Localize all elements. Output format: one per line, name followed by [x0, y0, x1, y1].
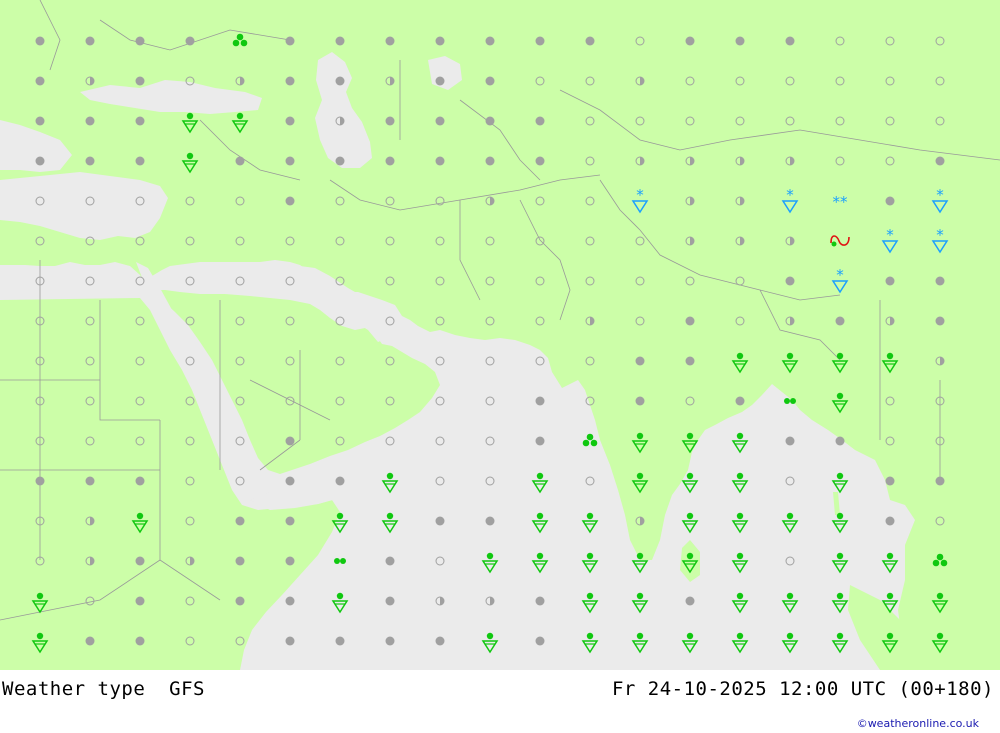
overcast-dot — [435, 516, 445, 526]
overcast-dot — [35, 476, 45, 486]
overcast-dot — [85, 476, 95, 486]
overcast-dot — [335, 636, 345, 646]
overcast-dot — [535, 636, 545, 646]
overcast-dot — [285, 636, 295, 646]
overcast-dot — [285, 476, 295, 486]
overcast-dot — [135, 76, 145, 86]
overcast-dot — [435, 156, 445, 166]
svg-text:**: ** — [833, 193, 849, 211]
overcast-dot — [685, 36, 695, 46]
overcast-dot — [485, 516, 495, 526]
overcast-dot — [785, 36, 795, 46]
overcast-dot — [285, 116, 295, 126]
overcast-dot — [235, 556, 245, 566]
overcast-dot — [335, 476, 345, 486]
overcast-dot — [135, 476, 145, 486]
overcast-dot — [135, 636, 145, 646]
credit-link[interactable]: ©weatheronline.co.uk — [857, 717, 979, 730]
overcast-dot — [885, 516, 895, 526]
overcast-dot — [635, 396, 645, 406]
overcast-dot — [285, 516, 295, 526]
overcast-dot — [685, 356, 695, 366]
overcast-dot — [135, 556, 145, 566]
overcast-dot — [135, 596, 145, 606]
overcast-dot — [385, 556, 395, 566]
overcast-dot — [385, 156, 395, 166]
overcast-dot — [185, 36, 195, 46]
overcast-dot — [535, 156, 545, 166]
overcast-dot — [885, 276, 895, 286]
snow-symbol: ** — [833, 193, 849, 211]
overcast-dot — [685, 596, 695, 606]
overcast-dot — [485, 36, 495, 46]
overcast-dot — [635, 356, 645, 366]
overcast-dot — [85, 36, 95, 46]
map-title: Weather type GFS — [2, 678, 205, 700]
overcast-dot — [285, 196, 295, 206]
overcast-dot — [235, 156, 245, 166]
overcast-dot — [285, 556, 295, 566]
overcast-dot — [735, 36, 745, 46]
overcast-dot — [485, 156, 495, 166]
overcast-dot — [235, 516, 245, 526]
overcast-dot — [435, 36, 445, 46]
overcast-dot — [535, 436, 545, 446]
overcast-dot — [385, 596, 395, 606]
overcast-dot — [35, 156, 45, 166]
overcast-dot — [935, 316, 945, 326]
map-timestamp: Fr 24-10-2025 12:00 UTC (00+180) — [611, 678, 994, 700]
overcast-dot — [935, 476, 945, 486]
overcast-dot — [735, 396, 745, 406]
overcast-dot — [885, 476, 895, 486]
overcast-dot — [335, 36, 345, 46]
overcast-dot — [535, 36, 545, 46]
overcast-dot — [835, 436, 845, 446]
map-footer: Weather type GFS Fr 24-10-2025 12:00 UTC… — [0, 670, 1000, 733]
overcast-dot — [535, 396, 545, 406]
overcast-dot — [285, 36, 295, 46]
overcast-dot — [385, 636, 395, 646]
overcast-dot — [485, 76, 495, 86]
overcast-dot — [435, 76, 445, 86]
overcast-dot — [35, 36, 45, 46]
overcast-dot — [335, 156, 345, 166]
overcast-dot — [535, 116, 545, 126]
overcast-dot — [935, 156, 945, 166]
overcast-dot — [435, 636, 445, 646]
overcast-dot — [235, 596, 245, 606]
overcast-dot — [535, 596, 545, 606]
overcast-dot — [585, 36, 595, 46]
overcast-dot — [485, 116, 495, 126]
overcast-dot — [285, 436, 295, 446]
overcast-dot — [435, 116, 445, 126]
overcast-dot — [135, 116, 145, 126]
overcast-dot — [285, 156, 295, 166]
overcast-dot — [35, 76, 45, 86]
overcast-dot — [785, 436, 795, 446]
overcast-dot — [85, 636, 95, 646]
overcast-dot — [785, 276, 795, 286]
overcast-dot — [85, 116, 95, 126]
overcast-dot — [835, 316, 845, 326]
overcast-dot — [135, 156, 145, 166]
weather-map: * * ** * * * * — [0, 0, 1000, 670]
overcast-dot — [885, 196, 895, 206]
map-canvas: * * ** ** ** — [0, 0, 1000, 670]
overcast-dot — [285, 76, 295, 86]
overcast-dot — [935, 276, 945, 286]
overcast-dot — [685, 316, 695, 326]
overcast-dot — [385, 36, 395, 46]
overcast-dot — [35, 116, 45, 126]
overcast-dot — [85, 156, 95, 166]
overcast-dot — [285, 596, 295, 606]
overcast-dot — [135, 36, 145, 46]
overcast-dot — [385, 116, 395, 126]
overcast-dot — [335, 76, 345, 86]
